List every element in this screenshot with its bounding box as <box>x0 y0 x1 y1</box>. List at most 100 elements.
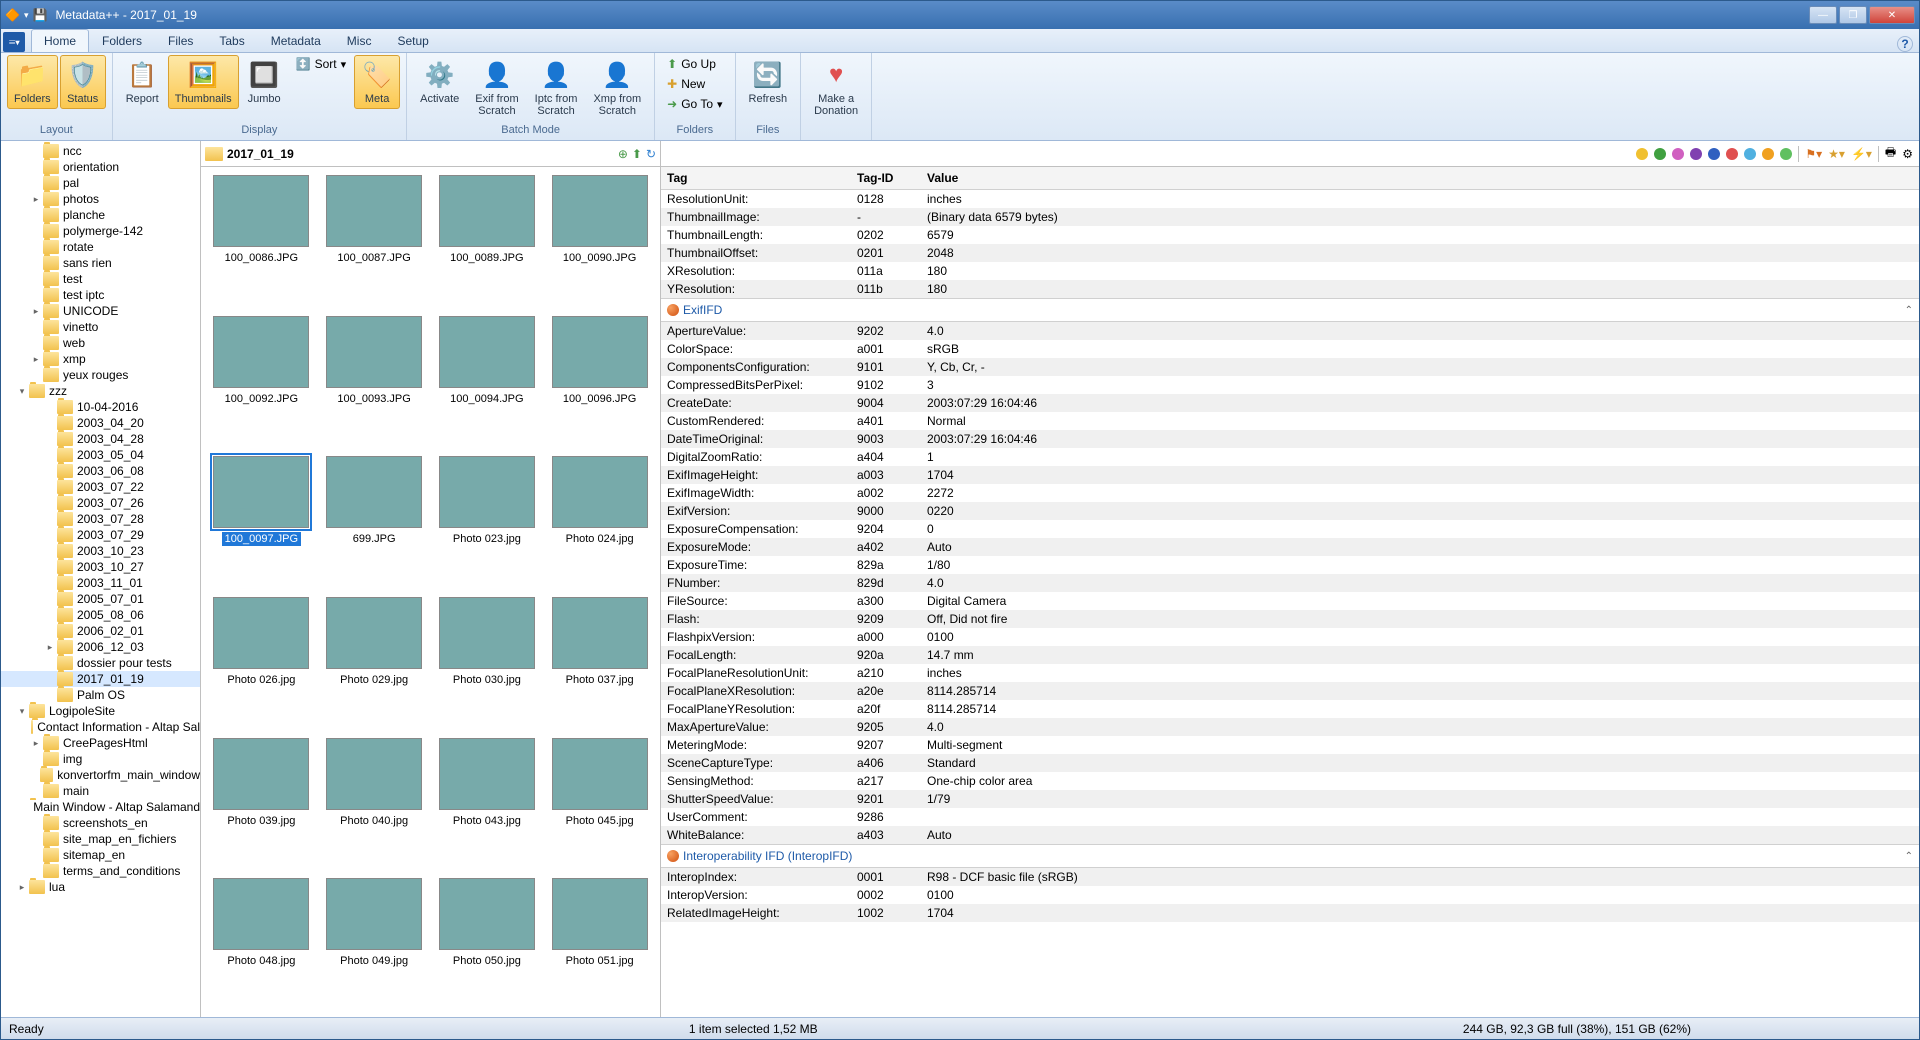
expand-icon[interactable]: ▸ <box>43 642 57 653</box>
tree-node[interactable]: pal <box>1 175 200 191</box>
expand-icon[interactable]: ▸ <box>15 882 29 893</box>
path-add-icon[interactable]: ⊕ <box>618 147 628 161</box>
tree-node[interactable]: 2003_06_08 <box>1 463 200 479</box>
save-icon[interactable]: 💾 <box>32 8 47 22</box>
metadata-row[interactable]: XResolution:011a180 <box>661 262 1919 280</box>
thumbnail-item[interactable]: 100_0097.JPG <box>209 456 314 587</box>
tree-node[interactable]: ▸lua <box>1 879 200 895</box>
tree-node[interactable]: ▸photos <box>1 191 200 207</box>
iptc-scratch-button[interactable]: 👤Iptc from Scratch <box>528 55 585 121</box>
tree-node[interactable]: 2003_04_28 <box>1 431 200 447</box>
tree-node[interactable]: ▸2006_12_03 <box>1 639 200 655</box>
metadata-row[interactable]: ThumbnailOffset:02012048 <box>661 244 1919 262</box>
tree-node[interactable]: 2003_07_29 <box>1 527 200 543</box>
close-button[interactable]: ✕ <box>1869 6 1915 24</box>
thumbnail-item[interactable]: 100_0086.JPG <box>209 175 314 306</box>
tab-files[interactable]: Files <box>155 29 206 52</box>
tree-node[interactable]: 2003_05_04 <box>1 447 200 463</box>
tool-flag-icon[interactable]: ⚑▾ <box>1805 147 1822 161</box>
metadata-row[interactable]: ExposureCompensation:92040 <box>661 520 1919 538</box>
tree-node[interactable]: 2003_07_28 <box>1 511 200 527</box>
refresh-button[interactable]: 🔄Refresh <box>742 55 795 109</box>
tree-node[interactable]: 2003_07_26 <box>1 495 200 511</box>
metadata-body[interactable]: ResolutionUnit:0128inchesThumbnailImage:… <box>661 190 1919 1017</box>
metadata-section[interactable]: Interoperability IFD (InteropIFD)⌃ <box>661 844 1919 868</box>
tree-node[interactable]: 2003_10_23 <box>1 543 200 559</box>
tree-node[interactable]: Main Window - Altap Salamand <box>1 799 200 815</box>
metadata-row[interactable]: SceneCaptureType:a406Standard <box>661 754 1919 772</box>
category-dot[interactable] <box>1762 148 1774 160</box>
expand-icon[interactable]: ▸ <box>29 194 43 205</box>
tree-node[interactable]: 2003_07_22 <box>1 479 200 495</box>
metadata-row[interactable]: UserComment:9286 <box>661 808 1919 826</box>
thumbnail-item[interactable]: Photo 023.jpg <box>435 456 540 587</box>
tree-node[interactable]: screenshots_en <box>1 815 200 831</box>
jumbo-button[interactable]: 🔲Jumbo <box>241 55 288 109</box>
tool-gear-icon[interactable]: ⚙ <box>1902 147 1913 161</box>
tool-bolt-icon[interactable]: ⚡▾ <box>1851 147 1872 161</box>
metadata-row[interactable]: SensingMethod:a217One-chip color area <box>661 772 1919 790</box>
thumbnail-item[interactable]: 100_0087.JPG <box>322 175 427 306</box>
tree-node[interactable]: 2005_07_01 <box>1 591 200 607</box>
tree-node[interactable]: polymerge-142 <box>1 223 200 239</box>
thumbnails-button[interactable]: 🖼️Thumbnails <box>168 55 239 109</box>
activate-button[interactable]: ⚙️Activate <box>413 55 466 109</box>
tree-node[interactable]: 2006_02_01 <box>1 623 200 639</box>
tree-node[interactable]: Contact Information - Altap Sal <box>1 719 200 735</box>
thumbnail-item[interactable]: Photo 024.jpg <box>547 456 652 587</box>
tab-metadata[interactable]: Metadata <box>258 29 334 52</box>
tab-setup[interactable]: Setup <box>384 29 441 52</box>
thumbnail-item[interactable]: Photo 040.jpg <box>322 738 427 869</box>
help-button[interactable]: ? <box>1897 36 1913 52</box>
tree-node[interactable]: orientation <box>1 159 200 175</box>
category-dot[interactable] <box>1672 148 1684 160</box>
thumbnail-item[interactable]: Photo 045.jpg <box>547 738 652 869</box>
status-toggle[interactable]: 🛡️Status <box>60 55 106 109</box>
tree-node[interactable]: 10-04-2016 <box>1 399 200 415</box>
thumbnail-item[interactable]: 100_0093.JPG <box>322 316 427 447</box>
metadata-row[interactable]: CustomRendered:a401Normal <box>661 412 1919 430</box>
metadata-row[interactable]: ExposureTime:829a1/80 <box>661 556 1919 574</box>
thumbnail-item[interactable]: Photo 049.jpg <box>322 878 427 1009</box>
tree-node[interactable]: ▸UNICODE <box>1 303 200 319</box>
thumbnail-item[interactable]: Photo 030.jpg <box>435 597 540 728</box>
tree-node[interactable]: 2003_10_27 <box>1 559 200 575</box>
expand-icon[interactable]: ▸ <box>29 354 43 365</box>
metadata-row[interactable]: FileSource:a300Digital Camera <box>661 592 1919 610</box>
tree-node[interactable]: yeux rouges <box>1 367 200 383</box>
donate-button[interactable]: ♥Make a Donation <box>807 55 865 121</box>
tree-node[interactable]: site_map_en_fichiers <box>1 831 200 847</box>
tab-misc[interactable]: Misc <box>334 29 385 52</box>
app-menu-button[interactable]: ≡▾ <box>3 32 25 52</box>
tree-node[interactable]: dossier pour tests <box>1 655 200 671</box>
tree-node[interactable]: terms_and_conditions <box>1 863 200 879</box>
metadata-row[interactable]: InteropVersion:00020100 <box>661 886 1919 904</box>
metadata-row[interactable]: ExifImageWidth:a0022272 <box>661 484 1919 502</box>
thumbnail-item[interactable]: Photo 048.jpg <box>209 878 314 1009</box>
expand-icon[interactable]: ▾ <box>15 706 29 717</box>
metadata-row[interactable]: ThumbnailImage:-(Binary data 6579 bytes) <box>661 208 1919 226</box>
new-folder-button[interactable]: ✚New <box>661 75 728 93</box>
metadata-row[interactable]: CreateDate:90042003:07:29 16:04:46 <box>661 394 1919 412</box>
tree-node[interactable]: ▸xmp <box>1 351 200 367</box>
metadata-row[interactable]: DateTimeOriginal:90032003:07:29 16:04:46 <box>661 430 1919 448</box>
metadata-row[interactable]: DigitalZoomRatio:a4041 <box>661 448 1919 466</box>
tree-node[interactable]: 2005_08_06 <box>1 607 200 623</box>
metadata-row[interactable]: ComponentsConfiguration:9101Y, Cb, Cr, - <box>661 358 1919 376</box>
report-button[interactable]: 📋Report <box>119 55 166 109</box>
metadata-row[interactable]: Flash:9209Off, Did not fire <box>661 610 1919 628</box>
metadata-row[interactable]: FocalLength:920a14.7 mm <box>661 646 1919 664</box>
path-up-icon[interactable]: ⬆ <box>632 147 642 161</box>
thumbnail-item[interactable]: Photo 026.jpg <box>209 597 314 728</box>
tree-node[interactable]: vinetto <box>1 319 200 335</box>
metadata-row[interactable]: ResolutionUnit:0128inches <box>661 190 1919 208</box>
metadata-row[interactable]: CompressedBitsPerPixel:91023 <box>661 376 1919 394</box>
thumbnail-item[interactable]: 100_0089.JPG <box>435 175 540 306</box>
tab-home[interactable]: Home <box>31 29 89 52</box>
meta-button[interactable]: 🏷️Meta <box>354 55 400 109</box>
maximize-button[interactable]: ❐ <box>1839 6 1867 24</box>
metadata-row[interactable]: ShutterSpeedValue:92011/79 <box>661 790 1919 808</box>
thumbnail-item[interactable]: 100_0090.JPG <box>547 175 652 306</box>
thumbnail-item[interactable]: Photo 037.jpg <box>547 597 652 728</box>
xmp-scratch-button[interactable]: 👤Xmp from Scratch <box>586 55 648 121</box>
